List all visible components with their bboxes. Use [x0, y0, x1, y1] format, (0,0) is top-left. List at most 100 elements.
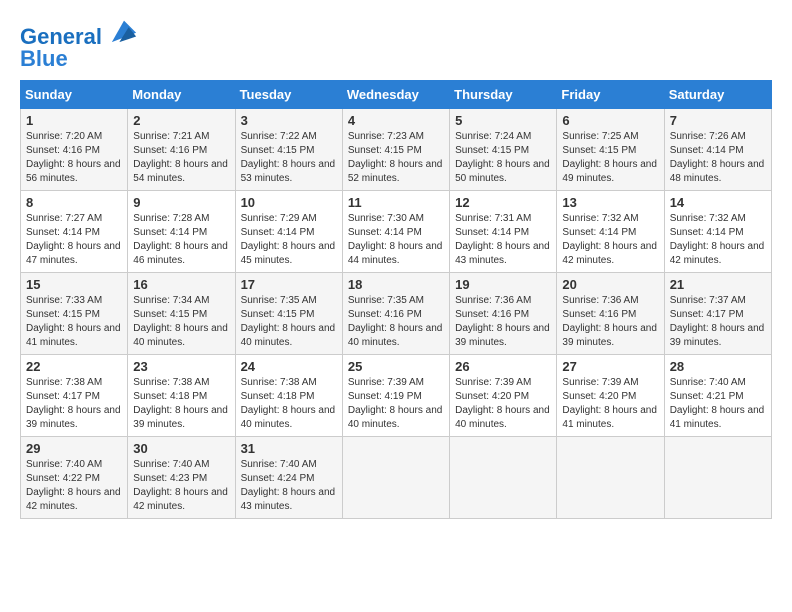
day-info: Sunrise: 7:40 AM Sunset: 4:23 PM Dayligh… — [133, 458, 229, 514]
header-cell-wednesday: Wednesday — [342, 81, 449, 109]
week-row-5: 29 Sunrise: 7:40 AM Sunset: 4:22 PM Dayl… — [21, 437, 772, 519]
day-number: 21 — [670, 277, 766, 292]
day-cell — [664, 437, 771, 519]
day-info: Sunrise: 7:23 AM Sunset: 4:15 PM Dayligh… — [348, 130, 444, 186]
day-number: 8 — [26, 195, 122, 210]
day-info: Sunrise: 7:28 AM Sunset: 4:14 PM Dayligh… — [133, 212, 229, 268]
day-number: 13 — [562, 195, 658, 210]
day-number: 18 — [348, 277, 444, 292]
week-row-1: 1 Sunrise: 7:20 AM Sunset: 4:16 PM Dayli… — [21, 109, 772, 191]
day-cell: 9 Sunrise: 7:28 AM Sunset: 4:14 PM Dayli… — [128, 191, 235, 273]
calendar-table: SundayMondayTuesdayWednesdayThursdayFrid… — [20, 80, 772, 519]
day-cell: 7 Sunrise: 7:26 AM Sunset: 4:14 PM Dayli… — [664, 109, 771, 191]
day-info: Sunrise: 7:40 AM Sunset: 4:24 PM Dayligh… — [241, 458, 337, 514]
day-info: Sunrise: 7:39 AM Sunset: 4:20 PM Dayligh… — [562, 376, 658, 432]
day-number: 16 — [133, 277, 229, 292]
day-number: 19 — [455, 277, 551, 292]
day-cell: 14 Sunrise: 7:32 AM Sunset: 4:14 PM Dayl… — [664, 191, 771, 273]
day-number: 1 — [26, 113, 122, 128]
day-cell: 12 Sunrise: 7:31 AM Sunset: 4:14 PM Dayl… — [450, 191, 557, 273]
day-cell: 8 Sunrise: 7:27 AM Sunset: 4:14 PM Dayli… — [21, 191, 128, 273]
day-info: Sunrise: 7:37 AM Sunset: 4:17 PM Dayligh… — [670, 294, 766, 350]
day-cell: 20 Sunrise: 7:36 AM Sunset: 4:16 PM Dayl… — [557, 273, 664, 355]
day-cell: 17 Sunrise: 7:35 AM Sunset: 4:15 PM Dayl… — [235, 273, 342, 355]
day-number: 2 — [133, 113, 229, 128]
day-cell: 10 Sunrise: 7:29 AM Sunset: 4:14 PM Dayl… — [235, 191, 342, 273]
day-number: 3 — [241, 113, 337, 128]
day-cell: 3 Sunrise: 7:22 AM Sunset: 4:15 PM Dayli… — [235, 109, 342, 191]
day-info: Sunrise: 7:29 AM Sunset: 4:14 PM Dayligh… — [241, 212, 337, 268]
day-number: 5 — [455, 113, 551, 128]
day-number: 14 — [670, 195, 766, 210]
day-cell: 4 Sunrise: 7:23 AM Sunset: 4:15 PM Dayli… — [342, 109, 449, 191]
day-number: 26 — [455, 359, 551, 374]
day-info: Sunrise: 7:36 AM Sunset: 4:16 PM Dayligh… — [455, 294, 551, 350]
day-cell: 24 Sunrise: 7:38 AM Sunset: 4:18 PM Dayl… — [235, 355, 342, 437]
day-cell: 16 Sunrise: 7:34 AM Sunset: 4:15 PM Dayl… — [128, 273, 235, 355]
week-row-3: 15 Sunrise: 7:33 AM Sunset: 4:15 PM Dayl… — [21, 273, 772, 355]
day-info: Sunrise: 7:25 AM Sunset: 4:15 PM Dayligh… — [562, 130, 658, 186]
day-number: 17 — [241, 277, 337, 292]
day-cell: 19 Sunrise: 7:36 AM Sunset: 4:16 PM Dayl… — [450, 273, 557, 355]
day-number: 22 — [26, 359, 122, 374]
day-info: Sunrise: 7:30 AM Sunset: 4:14 PM Dayligh… — [348, 212, 444, 268]
day-info: Sunrise: 7:20 AM Sunset: 4:16 PM Dayligh… — [26, 130, 122, 186]
header-cell-saturday: Saturday — [664, 81, 771, 109]
day-info: Sunrise: 7:32 AM Sunset: 4:14 PM Dayligh… — [670, 212, 766, 268]
day-cell — [557, 437, 664, 519]
day-number: 29 — [26, 441, 122, 456]
day-cell: 13 Sunrise: 7:32 AM Sunset: 4:14 PM Dayl… — [557, 191, 664, 273]
day-cell: 25 Sunrise: 7:39 AM Sunset: 4:19 PM Dayl… — [342, 355, 449, 437]
logo-icon — [110, 16, 138, 44]
calendar-body: 1 Sunrise: 7:20 AM Sunset: 4:16 PM Dayli… — [21, 109, 772, 519]
header-cell-friday: Friday — [557, 81, 664, 109]
week-row-2: 8 Sunrise: 7:27 AM Sunset: 4:14 PM Dayli… — [21, 191, 772, 273]
day-info: Sunrise: 7:26 AM Sunset: 4:14 PM Dayligh… — [670, 130, 766, 186]
day-number: 11 — [348, 195, 444, 210]
day-number: 10 — [241, 195, 337, 210]
day-number: 7 — [670, 113, 766, 128]
day-cell: 15 Sunrise: 7:33 AM Sunset: 4:15 PM Dayl… — [21, 273, 128, 355]
day-number: 15 — [26, 277, 122, 292]
day-info: Sunrise: 7:40 AM Sunset: 4:21 PM Dayligh… — [670, 376, 766, 432]
day-cell: 26 Sunrise: 7:39 AM Sunset: 4:20 PM Dayl… — [450, 355, 557, 437]
logo-blue: Blue — [20, 48, 138, 70]
header-cell-tuesday: Tuesday — [235, 81, 342, 109]
day-number: 12 — [455, 195, 551, 210]
day-info: Sunrise: 7:35 AM Sunset: 4:16 PM Dayligh… — [348, 294, 444, 350]
day-cell: 31 Sunrise: 7:40 AM Sunset: 4:24 PM Dayl… — [235, 437, 342, 519]
day-info: Sunrise: 7:35 AM Sunset: 4:15 PM Dayligh… — [241, 294, 337, 350]
day-number: 27 — [562, 359, 658, 374]
day-info: Sunrise: 7:34 AM Sunset: 4:15 PM Dayligh… — [133, 294, 229, 350]
day-info: Sunrise: 7:38 AM Sunset: 4:18 PM Dayligh… — [133, 376, 229, 432]
day-info: Sunrise: 7:33 AM Sunset: 4:15 PM Dayligh… — [26, 294, 122, 350]
day-number: 20 — [562, 277, 658, 292]
day-number: 9 — [133, 195, 229, 210]
day-number: 6 — [562, 113, 658, 128]
day-cell: 5 Sunrise: 7:24 AM Sunset: 4:15 PM Dayli… — [450, 109, 557, 191]
logo-text: General — [20, 20, 138, 48]
day-number: 30 — [133, 441, 229, 456]
day-cell: 1 Sunrise: 7:20 AM Sunset: 4:16 PM Dayli… — [21, 109, 128, 191]
day-cell: 11 Sunrise: 7:30 AM Sunset: 4:14 PM Dayl… — [342, 191, 449, 273]
logo: General Blue — [20, 20, 138, 70]
calendar-header: SundayMondayTuesdayWednesdayThursdayFrid… — [21, 81, 772, 109]
day-cell: 2 Sunrise: 7:21 AM Sunset: 4:16 PM Dayli… — [128, 109, 235, 191]
day-cell — [450, 437, 557, 519]
day-number: 23 — [133, 359, 229, 374]
header-row: SundayMondayTuesdayWednesdayThursdayFrid… — [21, 81, 772, 109]
day-info: Sunrise: 7:32 AM Sunset: 4:14 PM Dayligh… — [562, 212, 658, 268]
day-info: Sunrise: 7:27 AM Sunset: 4:14 PM Dayligh… — [26, 212, 122, 268]
day-cell: 29 Sunrise: 7:40 AM Sunset: 4:22 PM Dayl… — [21, 437, 128, 519]
day-info: Sunrise: 7:22 AM Sunset: 4:15 PM Dayligh… — [241, 130, 337, 186]
day-number: 28 — [670, 359, 766, 374]
day-info: Sunrise: 7:31 AM Sunset: 4:14 PM Dayligh… — [455, 212, 551, 268]
header-cell-thursday: Thursday — [450, 81, 557, 109]
page-header: General Blue — [20, 20, 772, 70]
day-info: Sunrise: 7:24 AM Sunset: 4:15 PM Dayligh… — [455, 130, 551, 186]
day-number: 24 — [241, 359, 337, 374]
day-info: Sunrise: 7:36 AM Sunset: 4:16 PM Dayligh… — [562, 294, 658, 350]
day-info: Sunrise: 7:40 AM Sunset: 4:22 PM Dayligh… — [26, 458, 122, 514]
header-cell-monday: Monday — [128, 81, 235, 109]
day-info: Sunrise: 7:38 AM Sunset: 4:18 PM Dayligh… — [241, 376, 337, 432]
